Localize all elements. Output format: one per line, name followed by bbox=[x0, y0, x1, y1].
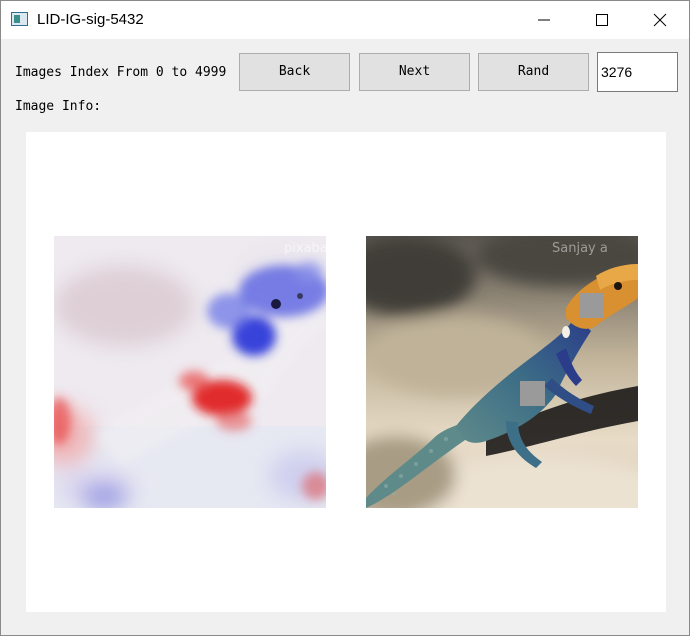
rand-button[interactable]: Rand bbox=[478, 53, 589, 91]
back-button[interactable]: Back bbox=[239, 53, 350, 91]
image-canvas: pixabay bbox=[26, 132, 666, 612]
attribution-watermark: pixabay bbox=[284, 241, 326, 256]
maximize-button[interactable] bbox=[573, 1, 631, 39]
maximize-icon bbox=[596, 14, 608, 26]
minimize-icon bbox=[538, 19, 550, 21]
occlusion-patch bbox=[579, 293, 604, 318]
window-title: LID-IG-sig-5432 bbox=[37, 11, 144, 28]
occluded-lizard-photo: Sanjay a bbox=[366, 236, 638, 508]
image-info-label: Image Info: bbox=[15, 99, 102, 114]
attribution-heatmap-image: pixabay bbox=[54, 236, 326, 508]
image-index-input[interactable]: 3276 bbox=[597, 52, 678, 92]
photo-watermark: Sanjay a bbox=[552, 241, 608, 256]
occlusion-patch bbox=[520, 381, 545, 406]
next-button[interactable]: Next bbox=[359, 53, 470, 91]
index-range-label: Images Index From 0 to 4999 bbox=[15, 65, 227, 80]
window-app-icon bbox=[11, 12, 28, 26]
close-button[interactable] bbox=[631, 1, 689, 39]
app-window: LID-IG-sig-5432 Images Index From 0 to 4… bbox=[0, 0, 690, 636]
close-icon bbox=[653, 13, 667, 27]
title-bar: LID-IG-sig-5432 bbox=[1, 1, 689, 39]
minimize-button[interactable] bbox=[515, 1, 573, 39]
